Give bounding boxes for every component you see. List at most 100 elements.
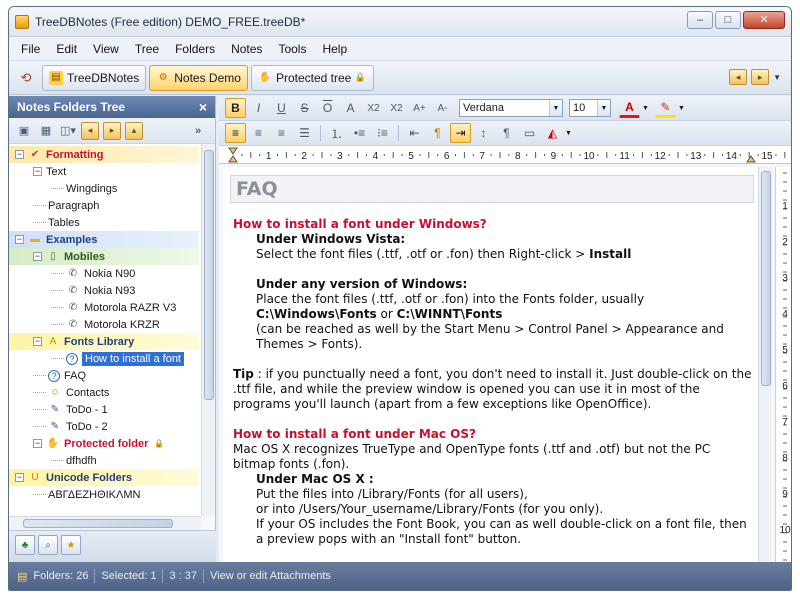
text-color-button[interactable]: A [619,98,640,118]
chevron-down-icon[interactable]: ▼ [565,130,572,137]
tree-view-icon[interactable]: ♣ [15,535,35,555]
maximize-button[interactable]: □ [715,11,741,29]
font-name-select[interactable]: Verdana ▼ [459,99,563,117]
menu-view[interactable]: View [85,42,127,56]
paragraph-button[interactable]: ¶ [496,123,517,143]
collapse-icon[interactable]: − [15,473,24,482]
document-body[interactable]: FAQ How to install a font under Windows?… [223,167,758,562]
menu-tree[interactable]: Tree [127,42,167,56]
toolbar-overflow-icon[interactable]: » [189,122,207,140]
tree-item[interactable]: ΑΒΓΔΕΖΗΘΙΚΛΜΝ [9,486,199,503]
menu-notes[interactable]: Notes [223,42,270,56]
tree-item[interactable]: ✆ Motorola KRZR [9,316,199,333]
indent-first-button[interactable]: ⇥ [450,123,471,143]
tree-item[interactable]: dfhdfh [9,452,199,469]
border-button[interactable]: ▭ [519,123,540,143]
tree-item[interactable]: ✆ Nokia N93 [9,282,199,299]
align-center-button[interactable]: ≡ [248,123,269,143]
align-left-button[interactable]: ≡ [225,123,246,143]
attachments-link[interactable]: View or edit Attachments [210,570,331,582]
align-right-button[interactable]: ≡ [271,123,292,143]
move-right-icon[interactable]: ▸ [103,121,121,140]
chevron-down-icon[interactable]: ▼ [642,105,649,112]
tree-horizontal-scrollbar[interactable] [9,516,201,530]
tree-vertical-scrollbar[interactable] [201,144,215,516]
scroll-thumb[interactable] [204,150,214,400]
subscript-button[interactable]: X2 [363,98,384,118]
collapse-icon[interactable]: − [33,252,42,261]
spacing-button[interactable]: ↕ [473,123,494,143]
menu-folders[interactable]: Folders [167,42,223,56]
collapse-icon[interactable]: − [33,167,42,176]
folder-options-icon[interactable]: ◫▾ [59,122,77,140]
minimize-button[interactable]: – [687,11,713,29]
tree-item[interactable]: − Text [9,163,199,180]
tree-item[interactable]: − ✔ Formatting [9,146,199,163]
shrink-font-button[interactable]: A- [432,98,453,118]
chevron-down-icon[interactable]: ▼ [549,100,562,116]
move-up-icon[interactable]: ▴ [125,121,143,140]
tree-item[interactable]: ☺ Contacts [9,384,199,401]
tree-item[interactable]: ? FAQ [9,367,199,384]
next-tab-icon[interactable]: ▸ [751,69,770,85]
scroll-thumb[interactable] [761,171,771,386]
tree-item[interactable]: ? How to install a font [9,350,199,367]
favorites-icon[interactable]: ★ [61,535,81,555]
indent-button[interactable]: ¶ [427,123,448,143]
close-button[interactable]: ✕ [743,11,785,29]
new-folder-icon[interactable]: ▣ [15,122,33,140]
numbered-list-button[interactable]: ⒈ [326,123,347,143]
collapse-icon[interactable]: − [15,235,24,244]
tree-item[interactable]: − A Fonts Library [9,333,199,350]
font-style-button[interactable]: A [340,98,361,118]
menu-edit[interactable]: Edit [48,42,85,56]
scroll-thumb[interactable] [23,519,173,528]
right-indent-marker-icon[interactable] [746,155,756,163]
underline-button[interactable]: U [271,98,292,118]
tab-treedbnotes[interactable]: ▤ TreeDBNotes [42,64,147,91]
tree-item[interactable]: − ▯ Mobiles [9,248,199,265]
tree-item[interactable]: ✆ Motorola RAZR V3 [9,299,199,316]
document-vertical-scrollbar[interactable] [758,167,772,562]
tab-notes-demo[interactable]: ⚙ Notes Demo [149,64,248,91]
highlight-color-button[interactable]: ✎ [654,98,676,118]
list-style-button[interactable]: ⁝≡ [372,123,393,143]
superscript-button[interactable]: X2 [386,98,407,118]
chevron-down-icon[interactable]: ▼ [597,100,610,116]
tree-item[interactable]: − U Unicode Folders [9,469,199,486]
prev-tab-icon[interactable]: ◂ [729,69,748,85]
horizontal-ruler[interactable]: 1 2 3 4 5 6 7 8 9 10 11 12 13 14 15 [219,146,791,164]
menu-tools[interactable]: Tools [270,42,314,56]
collapse-icon[interactable]: − [33,337,42,346]
menu-help[interactable]: Help [314,42,355,56]
fill-color-icon[interactable]: ◭ [542,123,563,143]
panel-close-icon[interactable]: × [199,99,207,115]
indent-marker-icon[interactable] [228,147,238,163]
tab-back-icon[interactable]: ⟲ [13,65,39,91]
collapse-icon[interactable]: − [33,439,42,448]
italic-button[interactable]: I [248,98,269,118]
justify-button[interactable]: ☰ [294,123,315,143]
tree-item[interactable]: Tables [9,214,199,231]
tree-item[interactable]: ✎ ToDo - 2 [9,418,199,435]
move-left-icon[interactable]: ◂ [81,121,99,140]
title-bar[interactable]: TreeDBNotes (Free edition) DEMO_FREE.tre… [9,7,791,37]
chevron-down-icon[interactable]: ▼ [678,105,685,112]
tree-item[interactable]: ✎ ToDo - 1 [9,401,199,418]
collapse-icon[interactable]: − [15,150,24,159]
font-size-select[interactable]: 10 ▼ [569,99,611,117]
tree-item[interactable]: − ▬ Examples [9,231,199,248]
tree-item[interactable]: Paragraph [9,197,199,214]
outdent-button[interactable]: ⇤ [404,123,425,143]
search-icon[interactable]: ⌕ [38,535,58,555]
tabs-menu-icon[interactable]: ▼ [773,73,781,82]
tree-item[interactable]: ✆ Nokia N90 [9,265,199,282]
tree-item[interactable]: − ✋ Protected folder 🔒 [9,435,199,452]
grow-font-button[interactable]: A+ [409,98,430,118]
new-subfolder-icon[interactable]: ▦ [37,122,55,140]
strikethrough-button[interactable]: S [294,98,315,118]
menu-file[interactable]: File [13,42,48,56]
overline-button[interactable]: O [317,98,338,118]
bullet-list-button[interactable]: •≡ [349,123,370,143]
bold-button[interactable]: B [225,98,246,118]
